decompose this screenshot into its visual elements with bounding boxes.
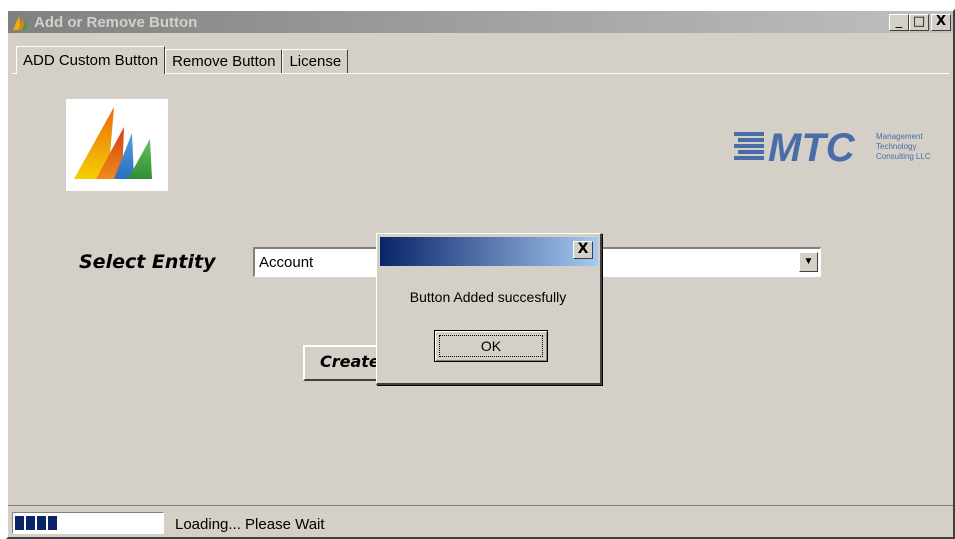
status-bar: Loading... Please Wait xyxy=(8,505,953,537)
title-bar[interactable]: Add or Remove Button _ □ X xyxy=(8,11,953,33)
maximize-button[interactable]: □ xyxy=(909,14,929,31)
mtc-letters: MTC xyxy=(768,126,855,170)
entity-select-value: Account xyxy=(259,254,314,271)
window-title: Add or Remove Button xyxy=(34,13,198,31)
dialog-title-bar[interactable]: X xyxy=(380,237,598,266)
dynamics-logo-icon xyxy=(74,107,152,179)
tab-remove-button[interactable]: Remove Button xyxy=(165,49,283,73)
minimize-button[interactable]: _ xyxy=(889,14,909,31)
ok-button-label: OK xyxy=(439,335,543,357)
dialog-close-button[interactable]: X xyxy=(573,241,593,259)
dynamics-logo xyxy=(66,99,168,191)
tab-add-custom-button[interactable]: ADD Custom Button xyxy=(16,46,166,74)
select-entity-label: Select Entity xyxy=(79,251,216,273)
message-dialog: X Button Added succesfully OK xyxy=(376,233,602,385)
status-text: Loading... Please Wait xyxy=(175,516,325,533)
close-button[interactable]: X xyxy=(931,14,951,31)
tab-license[interactable]: License xyxy=(282,49,349,73)
ok-button[interactable]: OK xyxy=(434,330,548,362)
mtc-logo: MTC Management Technology Consulting LLC xyxy=(730,124,946,174)
dynamics-logo-icon xyxy=(13,16,27,30)
chevron-down-icon[interactable]: ▼ xyxy=(799,252,818,272)
dialog-message: Button Added succesfully xyxy=(409,289,567,305)
mtc-tagline-2: Technology xyxy=(876,142,917,151)
progress-fill xyxy=(15,516,161,530)
mtc-tagline-1: Management xyxy=(876,132,923,141)
progress-bar xyxy=(12,512,164,534)
tab-strip: ADD Custom Button Remove Button License xyxy=(16,45,349,74)
mtc-tagline-3: Consulting LLC xyxy=(876,152,931,161)
